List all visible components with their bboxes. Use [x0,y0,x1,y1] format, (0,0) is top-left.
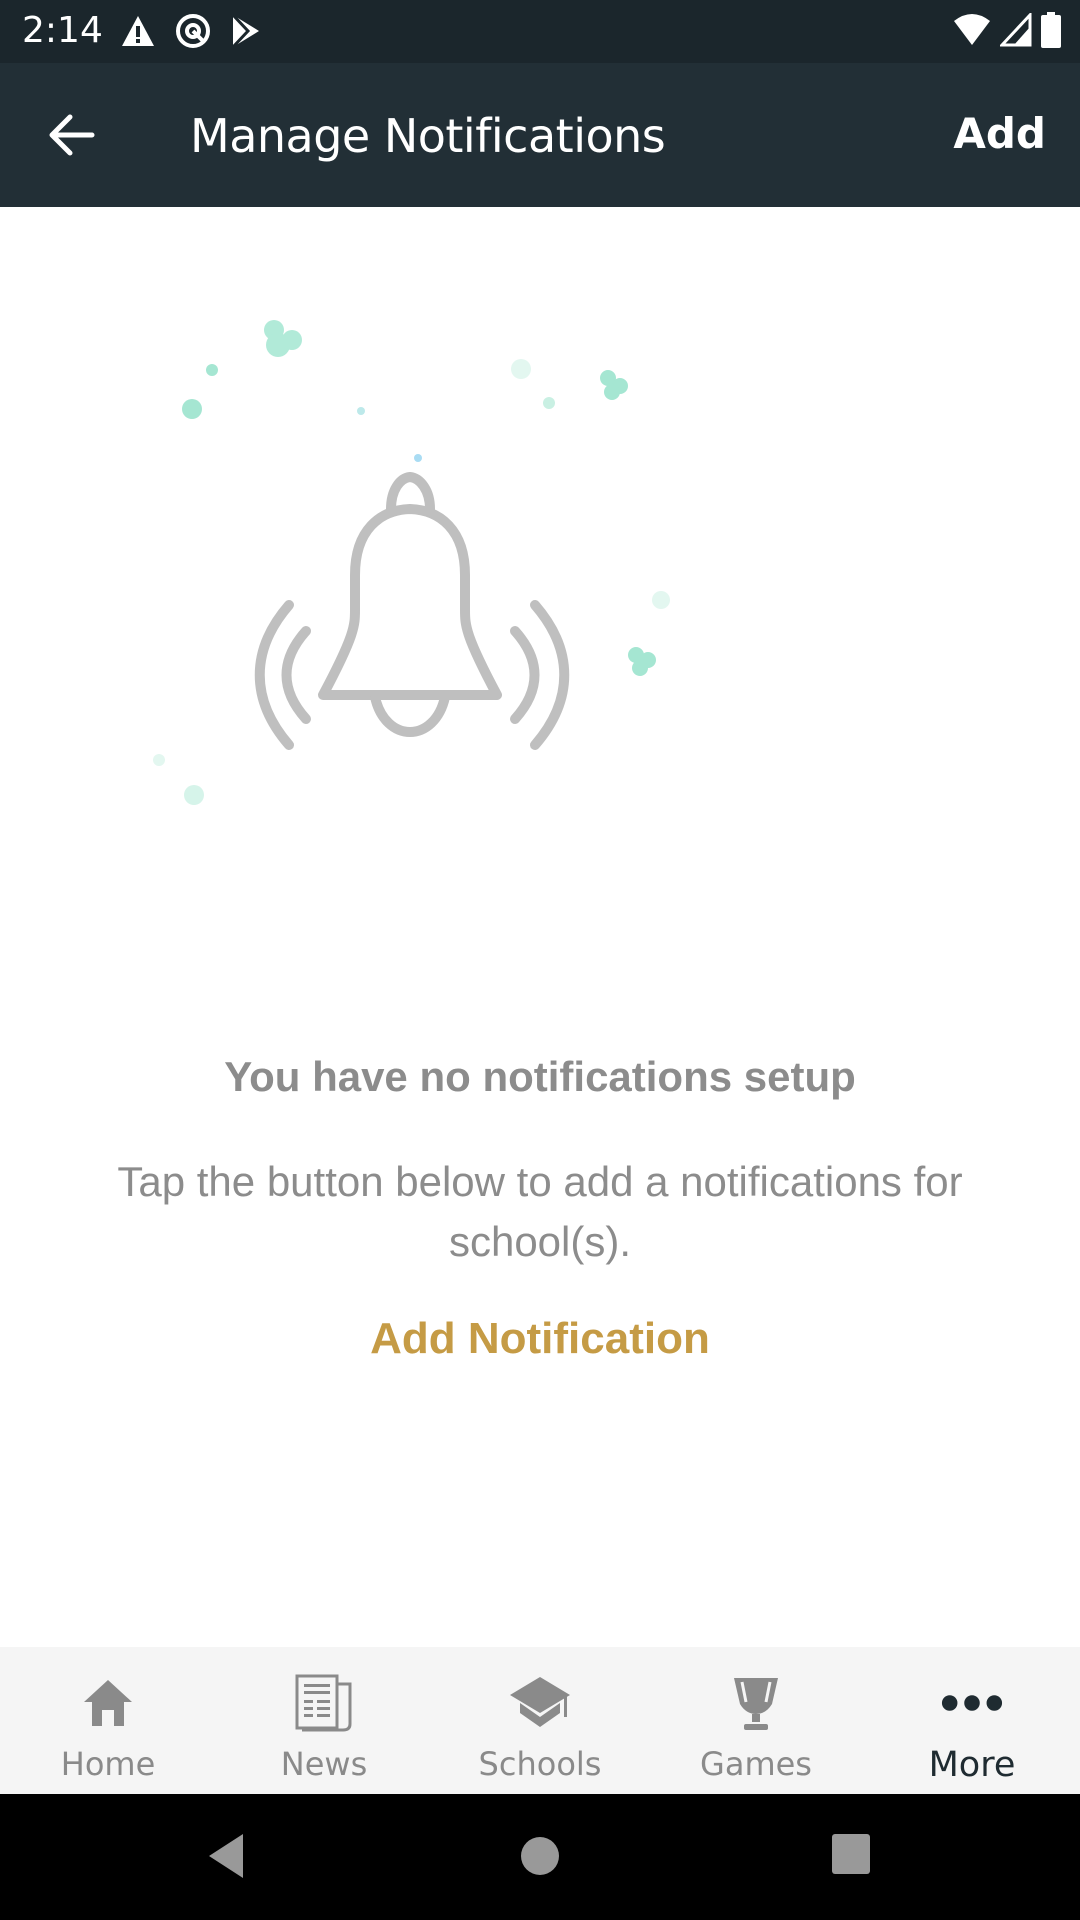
ring-waves-left [254,600,311,750]
sparkle-dot [153,754,165,766]
status-system-icons [952,12,1062,48]
sparkle-cross-icon [628,647,656,676]
at-sign-icon [176,14,210,48]
sparkle-cross-icon [264,320,302,357]
empty-state-title: You have no notifications setup [224,1053,856,1100]
ring-waves-right [510,600,570,750]
more-dots-icon [940,1673,1004,1733]
battery-icon [1041,12,1061,48]
trophy-icon [724,1673,788,1733]
add-button[interactable]: Add [953,109,1046,158]
nav-label: News [280,1745,368,1783]
app-bar: Manage Notifications Add [0,63,1080,207]
add-notification-button[interactable]: Add Notification [0,1314,1080,1364]
arrow-left-icon [49,114,95,156]
nav-item-games[interactable]: Games [648,1647,864,1794]
status-time: 2:14 [22,10,103,51]
status-bar: 2:14 [0,0,1080,63]
sparkle-dot [182,399,202,419]
sparkle-dot [206,364,218,376]
page-title: Manage Notifications [190,109,666,163]
nav-label: Home [60,1745,156,1783]
sparkle-dot [184,785,204,805]
sparkle-dot [357,407,365,415]
system-navigation-bar [0,1794,1080,1920]
play-store-icon [231,13,259,49]
home-icon [76,1673,140,1733]
alert-icon [122,16,154,46]
bottom-navigation: Home News Schools Games More [0,1647,1080,1794]
home-circle-icon[interactable] [520,1832,560,1880]
sparkle-dot [414,454,422,462]
graduation-cap-icon [508,1673,572,1733]
wifi-icon [954,14,990,45]
status-notification-icons [120,12,262,50]
ringing-bell-illustration [153,320,670,805]
sparkle-cross-icon [600,370,628,400]
sparkle-dot [652,591,670,609]
nav-label: Games [700,1745,812,1783]
sparkle-dot [511,359,531,379]
empty-state-description: Tap the button below to add a notificati… [117,1158,963,1265]
newspaper-icon [292,1673,356,1733]
nav-item-schools[interactable]: Schools [432,1647,648,1794]
nav-label: More [928,1745,1016,1785]
back-triangle-icon[interactable] [205,1832,245,1880]
cell-signal-icon [1000,13,1032,47]
nav-item-home[interactable]: Home [0,1647,216,1794]
sparkle-dot [543,397,555,409]
nav-item-news[interactable]: News [216,1647,432,1794]
recents-square-icon[interactable] [830,1832,872,1876]
nav-label: Schools [478,1745,602,1783]
back-button[interactable] [40,103,104,167]
bell-icon [318,472,502,737]
nav-item-more[interactable]: More [864,1647,1080,1794]
